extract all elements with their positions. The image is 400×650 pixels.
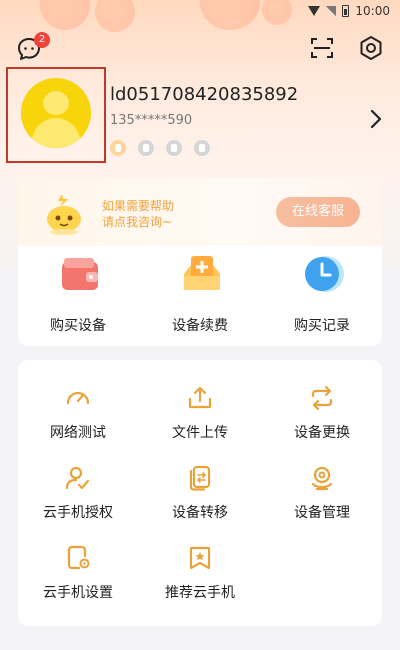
cloud-phone-settings-button[interactable]: 云手机设置	[18, 544, 138, 614]
gear-icon[interactable]	[358, 35, 384, 61]
user-id: ld051708420835892	[110, 84, 299, 105]
network-test-label: 网络测试	[50, 425, 106, 441]
top-bar: 2	[0, 30, 400, 66]
quick-actions-card: 购买设备 设备续费 购买记录	[18, 246, 382, 346]
chevron-right-icon[interactable]	[368, 108, 384, 130]
message-badge: 2	[34, 32, 50, 48]
buy-device-button[interactable]: 购买设备	[18, 252, 138, 342]
help-text: 如果需要帮助 请点我咨询~	[102, 198, 174, 230]
recommend-cloud-phone-label: 推荐云手机	[165, 585, 235, 601]
chat-badge-icon	[166, 140, 182, 156]
qq-badge-icon	[194, 140, 210, 156]
device-transfer-label: 设备转移	[172, 505, 228, 521]
person-badge-icon	[138, 140, 154, 156]
device-replace-button[interactable]: 设备更换	[262, 384, 382, 454]
status-time: 10:00	[355, 4, 390, 18]
help-banner[interactable]: 如果需要帮助 请点我咨询~ 在线客服	[18, 178, 382, 246]
speedometer-icon	[66, 391, 90, 405]
renew-device-label: 设备续费	[172, 318, 228, 334]
help-line-1: 如果需要帮助	[102, 199, 175, 213]
scan-icon[interactable]	[310, 36, 334, 60]
cloud-phone-settings-label: 云手机设置	[43, 585, 113, 601]
device-replace-label: 设备更换	[294, 425, 350, 441]
transfer-icon	[189, 465, 211, 491]
avatar-highlight-box	[6, 67, 106, 163]
device-manage-icon	[311, 466, 333, 491]
purchase-records-label: 购买记录	[294, 318, 350, 334]
signal-icon	[326, 6, 337, 16]
device-manage-button[interactable]: 设备管理	[262, 464, 382, 534]
buy-device-label: 购买设备	[50, 318, 106, 334]
status-bar: 10:00	[0, 0, 400, 22]
renew-device-button[interactable]: 设备续费	[140, 252, 260, 342]
user-phone: 135*****590	[110, 113, 193, 128]
cloud-phone-auth-button[interactable]: 云手机授权	[18, 464, 138, 534]
help-line-2: 请点我咨询~	[102, 215, 173, 229]
cloud-phone-auth-label: 云手机授权	[43, 505, 113, 521]
wallet-icon	[62, 258, 98, 290]
wifi-icon	[308, 6, 321, 16]
device-manage-label: 设备管理	[294, 505, 350, 521]
user-badges	[110, 140, 210, 156]
user-check-icon	[65, 466, 90, 490]
renew-box-icon	[184, 256, 220, 290]
upload-icon	[188, 386, 212, 409]
file-upload-button[interactable]: 文件上传	[140, 384, 260, 454]
avatar-head	[43, 91, 69, 115]
avatar-body	[32, 118, 80, 148]
network-test-button[interactable]: 网络测试	[18, 384, 138, 454]
avatar[interactable]	[21, 78, 91, 148]
recommend-icon	[189, 546, 211, 570]
tools-grid-card: 网络测试 文件上传 设备更换 云手机授权 设备转移 设备管理 云手机设置 推荐云…	[18, 360, 382, 626]
phone-badge-icon	[110, 140, 126, 156]
purchase-records-button[interactable]: 购买记录	[262, 252, 382, 342]
recommend-cloud-phone-button[interactable]: 推荐云手机	[140, 544, 260, 614]
phone-settings-icon	[67, 545, 90, 570]
online-service-button[interactable]: 在线客服	[276, 197, 360, 227]
clock-icon	[305, 256, 344, 292]
file-upload-label: 文件上传	[172, 425, 228, 441]
swap-icon	[311, 385, 333, 411]
device-transfer-button[interactable]: 设备转移	[140, 464, 260, 534]
battery-icon	[342, 5, 350, 17]
robot-mascot-icon	[47, 194, 81, 235]
